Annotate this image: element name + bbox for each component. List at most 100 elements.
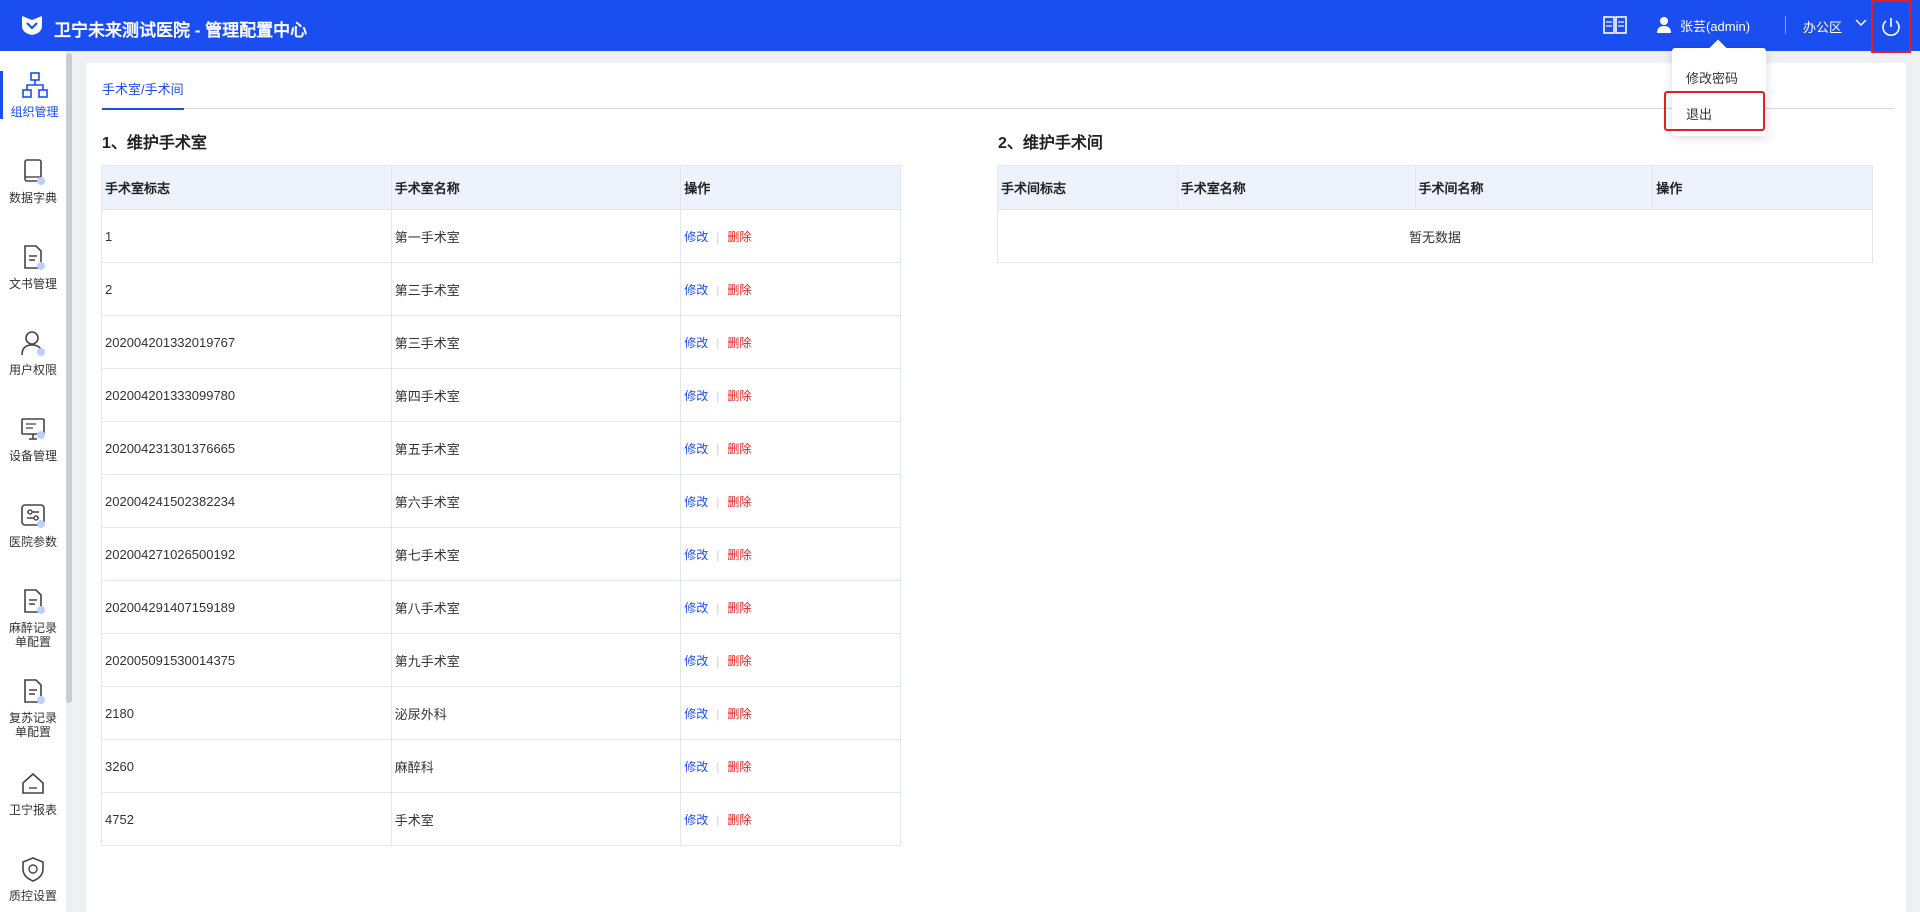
delete-link[interactable]: 删除 bbox=[727, 283, 751, 297]
action-separator: | bbox=[716, 335, 720, 350]
sidebar-scrollbar[interactable] bbox=[66, 53, 72, 703]
user-avatar-icon bbox=[1657, 17, 1671, 33]
room-name-cell: 第三手术室 bbox=[390, 262, 682, 316]
edit-link[interactable]: 修改 bbox=[684, 442, 708, 456]
delete-link[interactable]: 删除 bbox=[727, 442, 751, 456]
sidebar-item-devices[interactable]: 设备管理 bbox=[0, 415, 66, 463]
action-separator: | bbox=[716, 388, 720, 403]
delete-link[interactable]: 删除 bbox=[727, 707, 751, 721]
sidebar-item-reports[interactable]: 卫宁报表 bbox=[0, 769, 66, 817]
delete-link[interactable]: 删除 bbox=[727, 813, 751, 827]
sidebar-item-recovery[interactable]: 复苏记录单配置 bbox=[0, 677, 66, 739]
app-title: 卫宁未来测试医院 - 管理配置中心 bbox=[54, 21, 308, 40]
edit-link[interactable]: 修改 bbox=[684, 654, 708, 668]
actions-cell: 修改 | 删除 bbox=[680, 209, 901, 263]
sidebar-item-params[interactable]: 医院参数 bbox=[0, 501, 66, 549]
section-title-theaters: 2、维护手术间 bbox=[998, 135, 1103, 152]
table-row: 3260 麻醉科 修改 | 删除 bbox=[101, 739, 901, 793]
delete-link[interactable]: 删除 bbox=[727, 389, 751, 403]
room-id-cell: 202004291407159189 bbox=[101, 580, 392, 634]
actions-cell: 修改 | 删除 bbox=[680, 368, 901, 422]
delete-link[interactable]: 删除 bbox=[727, 230, 751, 244]
edit-link[interactable]: 修改 bbox=[684, 495, 708, 509]
sidebar-item-anesthesia[interactable]: 麻醉记录单配置 bbox=[0, 587, 66, 649]
delete-link[interactable]: 删除 bbox=[727, 495, 751, 509]
rooms-table: 手术室标志 手术室名称 操作 1 第一手术室 修改 | 删除 2 第三手术室 修改 | 删除 202… bbox=[101, 165, 901, 846]
delete-link[interactable]: 删除 bbox=[727, 760, 751, 774]
sidebar-item-org[interactable]: 组织管理 bbox=[0, 71, 66, 119]
chevron-down-icon[interactable] bbox=[1855, 18, 1867, 28]
table-row: 202004201333099780 第四手术室 修改 | 删除 bbox=[101, 368, 901, 422]
logout-power-button[interactable] bbox=[1871, 0, 1911, 53]
power-icon bbox=[1882, 17, 1900, 36]
room-name-cell: 第八手术室 bbox=[390, 580, 682, 634]
edit-link[interactable]: 修改 bbox=[684, 230, 708, 244]
room-id-cell: 1 bbox=[101, 209, 392, 263]
delete-link[interactable]: 删除 bbox=[727, 654, 751, 668]
monitor-icon bbox=[21, 418, 45, 440]
edit-link[interactable]: 修改 bbox=[684, 389, 708, 403]
sidebar-item-label: 卫宁报表 bbox=[8, 803, 57, 817]
theaters-table: 手术间标志 手术室名称 手术间名称 操作 暂无数据 bbox=[997, 165, 1873, 263]
edit-link[interactable]: 修改 bbox=[684, 283, 708, 297]
user-icon bbox=[21, 331, 45, 356]
delete-link[interactable]: 删除 bbox=[727, 336, 751, 350]
sidebar-item-dict[interactable]: 数据字典 bbox=[0, 157, 66, 205]
delete-link[interactable]: 删除 bbox=[727, 601, 751, 615]
table-row: 202004241502382234 第六手术室 修改 | 删除 bbox=[101, 474, 901, 528]
menu-item-change-password[interactable]: 修改密码 bbox=[1686, 68, 1738, 87]
office-selector[interactable]: 办公区 bbox=[1803, 17, 1842, 36]
user-name: 张芸(admin) bbox=[1680, 18, 1751, 34]
actions-cell: 修改 | 删除 bbox=[680, 580, 901, 634]
room-id-cell: 202004231301376665 bbox=[101, 421, 392, 475]
table-header-row: 手术间标志 手术室名称 手术间名称 操作 bbox=[997, 165, 1873, 210]
table-row: 4752 手术室 修改 | 删除 bbox=[101, 792, 901, 846]
room-name-cell: 第五手术室 bbox=[390, 421, 682, 475]
edit-link[interactable]: 修改 bbox=[684, 548, 708, 562]
action-separator: | bbox=[716, 494, 720, 509]
tab-bar: 手术室/手术间 bbox=[102, 63, 1894, 110]
room-id-cell: 2180 bbox=[101, 686, 392, 740]
room-name-cell: 第四手术室 bbox=[390, 368, 682, 422]
top-header: 卫宁未来测试医院 - 管理配置中心 张芸(admin) 办公区 bbox=[0, 0, 1920, 53]
sidebar-item-label: 复苏记录单配置 bbox=[8, 711, 57, 739]
edit-link[interactable]: 修改 bbox=[684, 813, 708, 827]
manual-book-icon[interactable] bbox=[1602, 14, 1628, 36]
section-title-rooms: 1、维护手术室 bbox=[102, 135, 207, 152]
sidebar-item-label: 组织管理 bbox=[10, 105, 59, 119]
sidebar-item-docs[interactable]: 文书管理 bbox=[0, 243, 66, 291]
column-header: 手术室名称 bbox=[1176, 165, 1416, 210]
shield-icon bbox=[22, 857, 44, 882]
edit-link[interactable]: 修改 bbox=[684, 760, 708, 774]
room-id-cell: 4752 bbox=[101, 792, 392, 846]
user-menu[interactable]: 张芸(admin) bbox=[1656, 14, 1750, 36]
table-row: 202005091530014375 第九手术室 修改 | 删除 bbox=[101, 633, 901, 687]
action-separator: | bbox=[716, 441, 720, 456]
sidebar-item-label: 设备管理 bbox=[8, 449, 57, 463]
edit-link[interactable]: 修改 bbox=[684, 601, 708, 615]
action-separator: | bbox=[716, 600, 720, 615]
sidebar-item-label: 医院参数 bbox=[8, 535, 57, 549]
column-header: 手术间标志 bbox=[997, 165, 1178, 210]
logo-icon bbox=[22, 16, 42, 35]
room-id-cell: 2 bbox=[101, 262, 392, 316]
tab-rooms[interactable]: 手术室/手术间 bbox=[102, 79, 184, 110]
column-header: 操作 bbox=[680, 165, 901, 210]
column-header: 手术室名称 bbox=[390, 165, 682, 210]
document-icon bbox=[24, 589, 45, 614]
action-separator: | bbox=[716, 706, 720, 721]
room-id-cell: 202004201332019767 bbox=[101, 315, 392, 369]
room-id-cell: 3260 bbox=[101, 739, 392, 793]
sidebar-item-users[interactable]: 用户权限 bbox=[0, 329, 66, 377]
delete-link[interactable]: 删除 bbox=[727, 548, 751, 562]
edit-link[interactable]: 修改 bbox=[684, 336, 708, 350]
main-content: 手术室/手术间 1、维护手术室 手术室标志 手术室名称 操作 1 第一手术室 修改 |… bbox=[86, 63, 1906, 912]
sidebar-item-label: 质控设置 bbox=[8, 889, 57, 903]
room-name-cell: 泌尿外科 bbox=[390, 686, 682, 740]
sidebar-item-qc[interactable]: 质控设置 bbox=[0, 855, 66, 903]
book-icon bbox=[24, 159, 45, 185]
room-name-cell: 第一手术室 bbox=[390, 209, 682, 263]
edit-link[interactable]: 修改 bbox=[684, 707, 708, 721]
sidebar: 组织管理 数据字典 文书管理 用户权限 设备管理 医院参数 麻醉记录单配置 复苏… bbox=[0, 51, 66, 912]
action-separator: | bbox=[716, 229, 720, 244]
